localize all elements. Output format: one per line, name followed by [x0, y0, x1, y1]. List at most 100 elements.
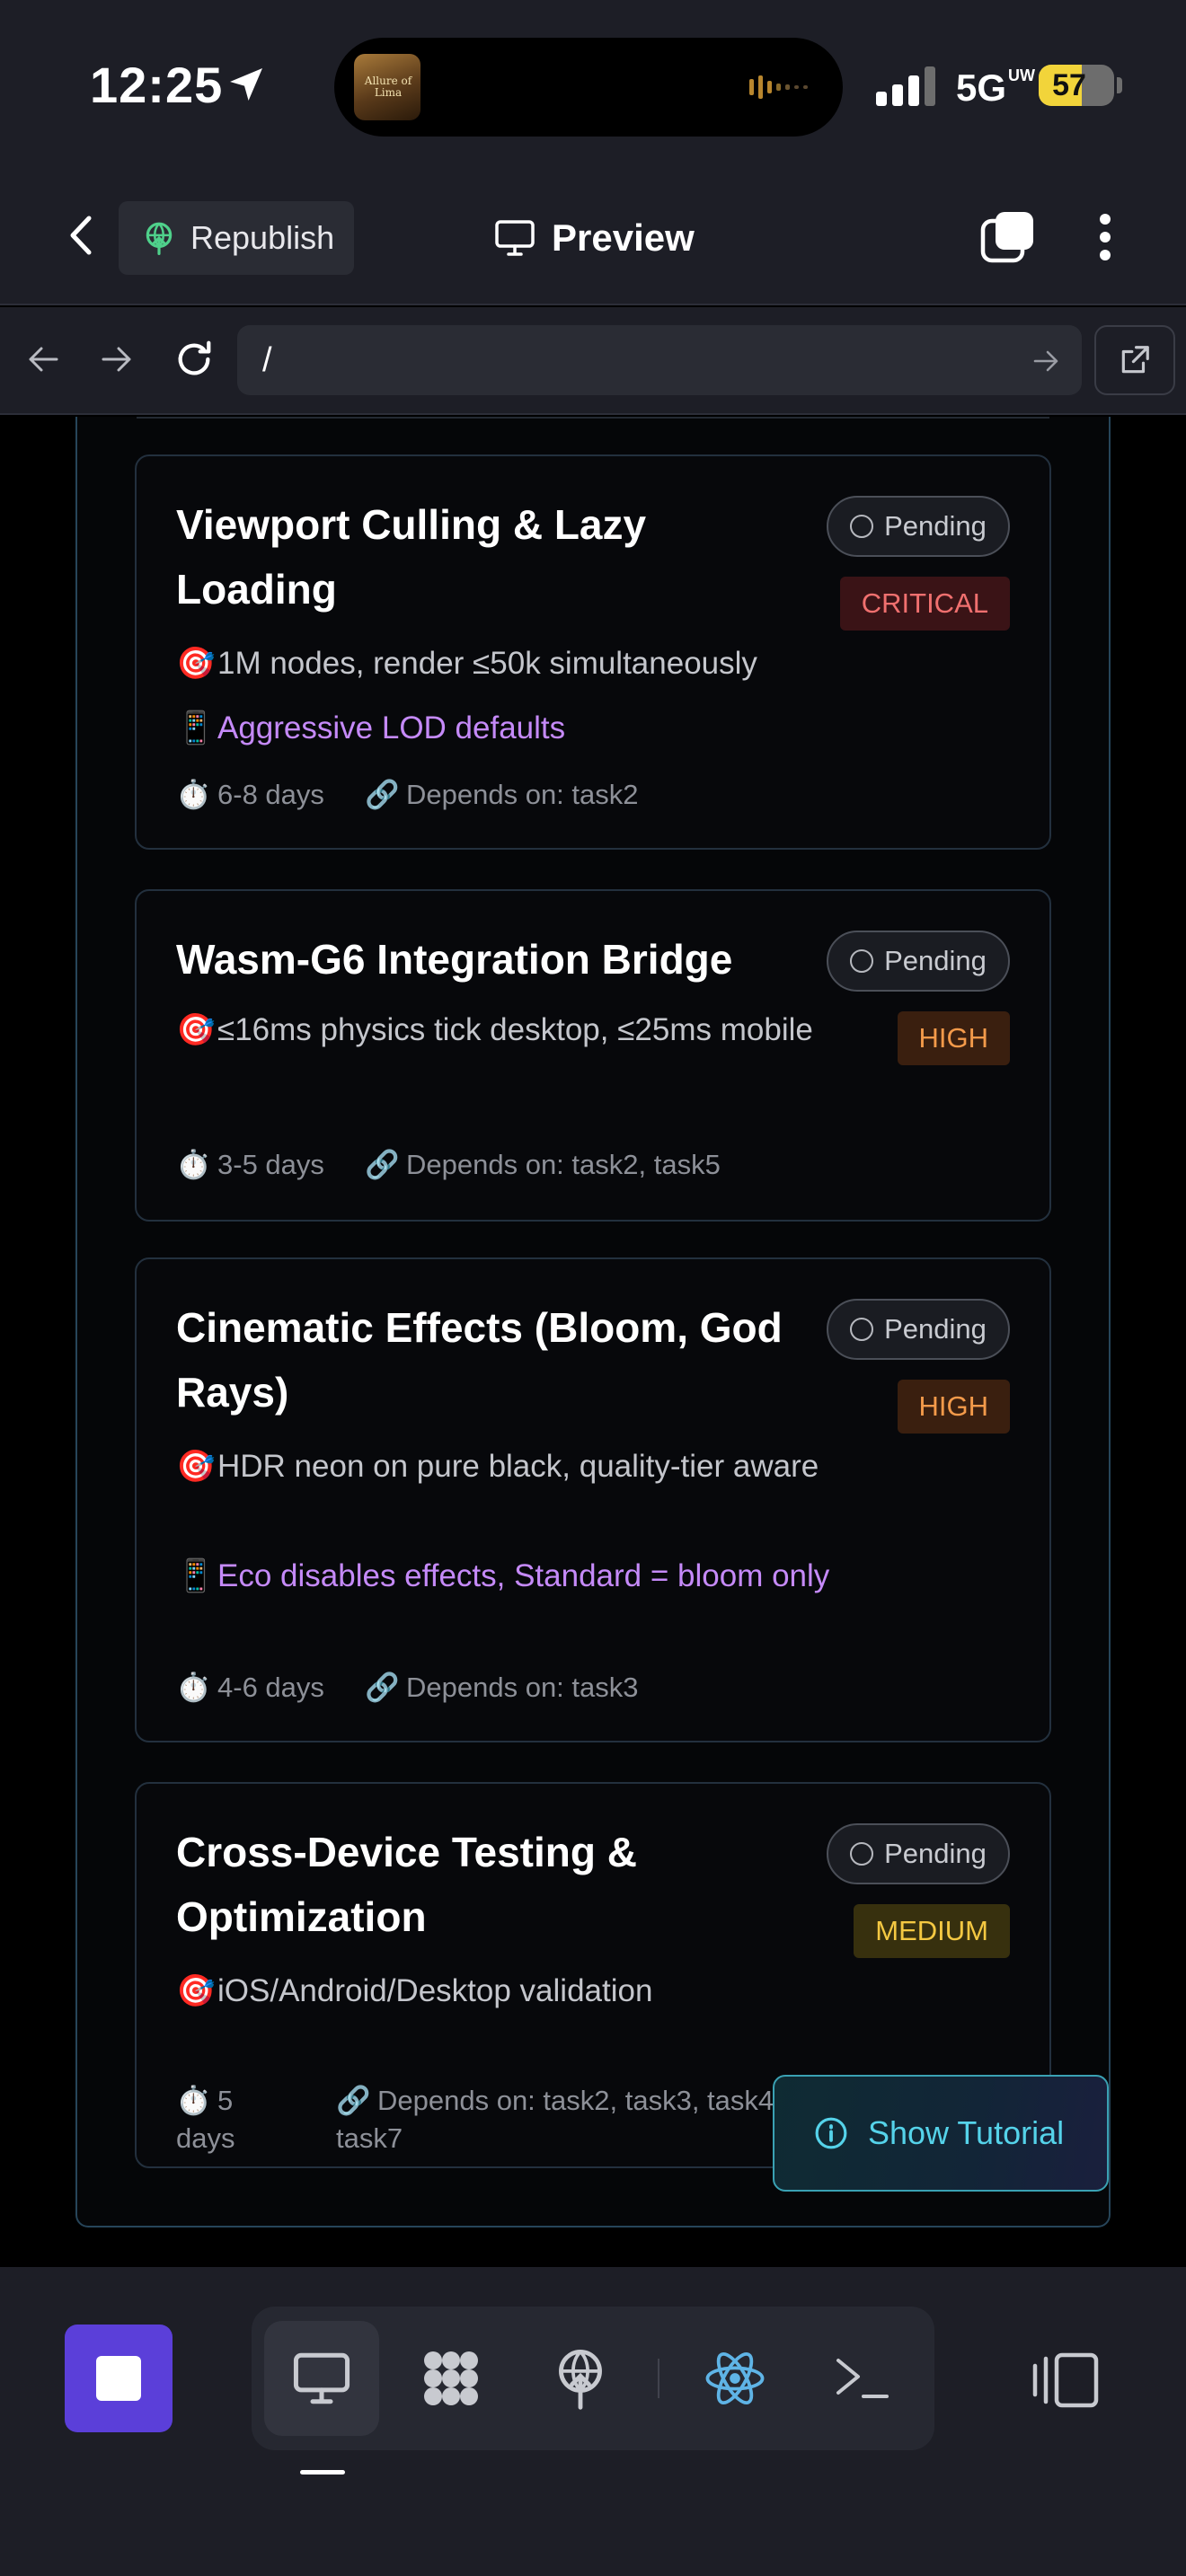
status-badge[interactable]: Pending [827, 931, 1010, 992]
network-sup: UW [1008, 66, 1036, 84]
browser-back-button[interactable] [18, 334, 68, 384]
monitor-icon [293, 2352, 350, 2404]
preview-title: Preview [494, 207, 695, 269]
audio-waveform-icon [749, 75, 808, 99]
arrow-right-icon [102, 347, 131, 372]
priority-badge: MEDIUM [854, 1904, 1010, 1958]
link-icon: 🔗 [365, 1672, 400, 1703]
task-target-text: iOS/Android/Desktop validation [217, 1973, 653, 2008]
browser-reload-button[interactable] [169, 334, 219, 384]
battery-tip [1117, 77, 1122, 93]
url-input[interactable]: / [237, 325, 1082, 395]
task-dependencies: 🔗 Depends on: task3 [365, 1669, 639, 1707]
dynamic-island[interactable]: Allure of Lima [334, 38, 843, 137]
network-label: 5G [956, 66, 1007, 109]
browser-forward-button[interactable] [92, 334, 142, 384]
task-target: 🎯≤16ms physics tick desktop, ≤25ms mobil… [176, 1008, 841, 1053]
timer-icon: ⏱️ [176, 1149, 211, 1180]
info-icon [815, 2117, 847, 2149]
location-arrow-icon [230, 68, 262, 101]
task-card[interactable]: Cinematic Effects (Bloom, God Rays) Pend… [135, 1257, 1051, 1742]
tool-react[interactable] [677, 2321, 792, 2436]
target-icon: 🎯 [176, 646, 216, 681]
task-dependencies-text: Depends on: task2 [406, 779, 639, 810]
task-duration-text: 3-5 days [217, 1149, 324, 1180]
open-external-button[interactable] [1094, 325, 1175, 395]
link-icon: 🔗 [336, 2085, 371, 2116]
task-duration: ⏱️ 6-8 days [176, 776, 324, 814]
mobile-phone-icon: 📱 [176, 710, 216, 745]
show-tutorial-label: Show Tutorial [868, 2114, 1065, 2151]
timer-icon: ⏱️ [176, 1672, 211, 1703]
cellular-signal-icon [876, 66, 935, 106]
go-arrow-icon[interactable] [1028, 343, 1064, 379]
terminal-icon [836, 2359, 889, 2398]
status-label: Pending [884, 1838, 987, 1869]
republish-button[interactable]: Republish [119, 201, 354, 275]
tool-switcher [252, 2307, 934, 2450]
task-title: Cinematic Effects (Bloom, God Rays) [176, 1304, 783, 1416]
task-duration-text: 6-8 days [217, 779, 324, 810]
link-icon: 🔗 [365, 779, 400, 810]
task-duration-text: 4-6 days [217, 1672, 324, 1703]
mobile-phone-icon: 📱 [176, 1558, 216, 1593]
task-card[interactable]: Viewport Culling & Lazy Loading Pending … [135, 454, 1051, 850]
task-dependencies: 🔗 Depends on: task2 [365, 776, 639, 814]
plugins-icon [424, 2351, 478, 2405]
status-time: 12:25 [90, 57, 224, 113]
react-icon [705, 2352, 765, 2404]
active-tool-indicator [300, 2470, 345, 2475]
task-target-text: ≤16ms physics tick desktop, ≤25ms mobile [217, 1012, 813, 1047]
target-icon: 🎯 [176, 1973, 216, 2008]
status-badge[interactable]: Pending [827, 496, 1010, 557]
tool-deploy[interactable] [523, 2321, 638, 2436]
tabs-icon[interactable] [979, 208, 1037, 266]
status-badge[interactable]: Pending [827, 1299, 1010, 1360]
battery-percent: 57 [1052, 68, 1086, 102]
preview-viewport[interactable]: Viewport Culling & Lazy Loading Pending … [0, 417, 1186, 2267]
task-card[interactable]: Wasm-G6 Integration Bridge Pending HIGH … [135, 889, 1051, 1222]
status-label: Pending [884, 510, 987, 542]
priority-badge: CRITICAL [839, 577, 1010, 631]
app-header: Republish Preview [0, 171, 1186, 305]
target-icon: 🎯 [176, 1449, 216, 1484]
task-mobile-note: 📱Aggressive LOD defaults [176, 706, 841, 751]
stop-button[interactable] [65, 2325, 173, 2432]
status-badge[interactable]: Pending [827, 1823, 1010, 1884]
task-target: 🎯1M nodes, render ≤50k simultaneously [176, 641, 841, 686]
pending-circle-icon [850, 1318, 874, 1341]
status-bar: 12:25 Allure of Lima 5G UW 57 [0, 0, 1186, 171]
show-tutorial-button[interactable]: Show Tutorial [773, 2075, 1109, 2192]
link-icon: 🔗 [365, 1149, 400, 1180]
tool-preview[interactable] [264, 2321, 379, 2436]
task-dependencies: 🔗 Depends on: task2, task5 [365, 1146, 721, 1184]
priority-badge: HIGH [897, 1011, 1010, 1065]
back-button[interactable] [54, 208, 108, 262]
status-label: Pending [884, 1313, 987, 1345]
target-icon: 🎯 [176, 1012, 216, 1047]
timer-icon: ⏱️ [176, 2085, 211, 2116]
monitor-icon [495, 220, 535, 256]
task-target: 🎯HDR neon on pure black, quality-tier aw… [176, 1444, 841, 1489]
task-mobile-text: Eco disables effects, Standard = bloom o… [217, 1558, 830, 1593]
task-title: Cross-Device Testing & Optimization [176, 1829, 637, 1940]
panel-toggle-icon[interactable] [1030, 2351, 1102, 2409]
task-target-text: 1M nodes, render ≤50k simultaneously [217, 646, 757, 681]
pending-circle-icon [850, 1842, 874, 1866]
task-duration: ⏱️ 4-6 days [176, 1669, 324, 1707]
stop-icon [96, 2356, 141, 2401]
external-link-icon [1121, 346, 1149, 374]
tool-terminal[interactable] [805, 2321, 920, 2436]
tool-plugins[interactable] [394, 2321, 509, 2436]
browser-bar: / [0, 307, 1186, 415]
task-duration: ⏱️ 5 days [176, 2082, 284, 2157]
divider [137, 417, 1049, 419]
album-art-text: Allure of Lima [364, 75, 412, 99]
timer-icon: ⏱️ [176, 779, 211, 810]
status-label: Pending [884, 945, 987, 976]
arrow-left-icon [29, 347, 58, 372]
more-options-icon[interactable] [1078, 208, 1132, 266]
task-dependencies-text: Depends on: task2, task5 [406, 1149, 721, 1180]
network-type: 5G UW [956, 66, 1035, 110]
refresh-icon [178, 340, 211, 375]
